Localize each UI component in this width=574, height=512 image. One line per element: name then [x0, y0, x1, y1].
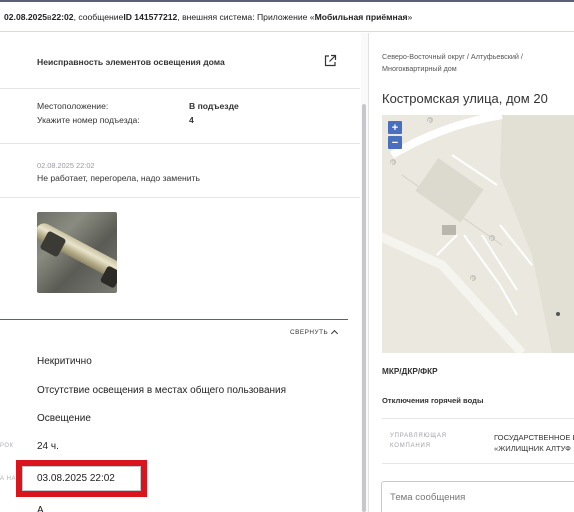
message-subject-input[interactable]: Тема сообщения: [381, 481, 574, 512]
management-company-value: ГОСУДАРСТВЕННОЕ Б «ЖИЛИЩНИК АЛТУФ: [494, 432, 574, 454]
divider: [382, 418, 574, 419]
request-time: 22:02: [51, 11, 74, 22]
request-header: 02.08.2025 в 22:02, сообщение ID 1415772…: [0, 0, 574, 32]
management-company-label: УПРАВЛЯЮЩАЯ КОМПАНИЯ: [390, 433, 447, 449]
map-canvas: P P P P: [382, 115, 574, 353]
header-text: , внешняя система: Приложение «: [177, 11, 315, 22]
divider: [0, 197, 360, 198]
attachment-photo[interactable]: [37, 212, 117, 293]
message-subject-placeholder: Тема сообщения: [390, 492, 466, 503]
request-title: Неисправность элементов освещения дома: [37, 57, 225, 67]
entrance-value: 4: [189, 115, 194, 125]
location-label: Местоположение:: [37, 101, 109, 111]
divider: [382, 463, 574, 464]
criticality-value: Некритично: [37, 356, 92, 367]
problem-value: Отсутствие освещения в местах общего пол…: [37, 385, 287, 396]
header-text: , сообщение: [73, 11, 124, 22]
chevron-up-icon: [331, 329, 339, 338]
divider: [0, 88, 360, 89]
location-value: В подъезде: [189, 101, 239, 111]
request-id: ID 141577212: [123, 11, 178, 22]
collapse-button[interactable]: СВЕРНУТЬ: [290, 329, 339, 338]
house-type-title: МКР/ДКР/ФКР: [382, 367, 438, 376]
entrance-label: Укажите номер подъезда:: [37, 115, 140, 125]
management-company-line: ГОСУДАРСТВЕННОЕ Б: [494, 433, 574, 442]
request-date: 02.08.2025: [4, 11, 48, 22]
next-field-value: А: [37, 505, 44, 512]
breadcrumb: Северо-Восточный округ / Алтуфьевский / …: [382, 52, 523, 73]
zoom-in-button[interactable]: +: [388, 121, 402, 134]
hot-water-title: Отключения горячей воды: [382, 396, 484, 405]
management-company-line: «ЖИЛИЩНИК АЛТУФ: [494, 444, 571, 453]
start-date-field[interactable]: 03.08.2025 22:02: [22, 466, 141, 491]
deadline-value: 24 ч.: [37, 441, 59, 452]
map[interactable]: P P P P + −: [382, 115, 574, 353]
header-text: »: [407, 11, 413, 22]
deadline-label: РОК: [0, 443, 14, 449]
map-marker-icon: [556, 312, 560, 316]
start-date-label: А НА: [0, 476, 17, 482]
divider: [0, 143, 360, 144]
start-date-value: 03.08.2025 22:02: [37, 473, 115, 484]
category-value: Освещение: [37, 413, 91, 424]
comment-date: 02.08.2025 22:02: [37, 161, 95, 170]
external-link-icon[interactable]: [323, 54, 337, 68]
zoom-out-button[interactable]: −: [388, 136, 402, 149]
section-divider: [0, 319, 348, 320]
comment-text: Не работает, перегорела, надо заменить: [37, 173, 200, 183]
scrollbar-thumb[interactable]: [362, 104, 366, 512]
address-title: Костромская улица, дом 20: [382, 91, 548, 106]
collapse-label: СВЕРНУТЬ: [290, 329, 329, 336]
app-name: Мобильная приёмная: [314, 11, 408, 22]
